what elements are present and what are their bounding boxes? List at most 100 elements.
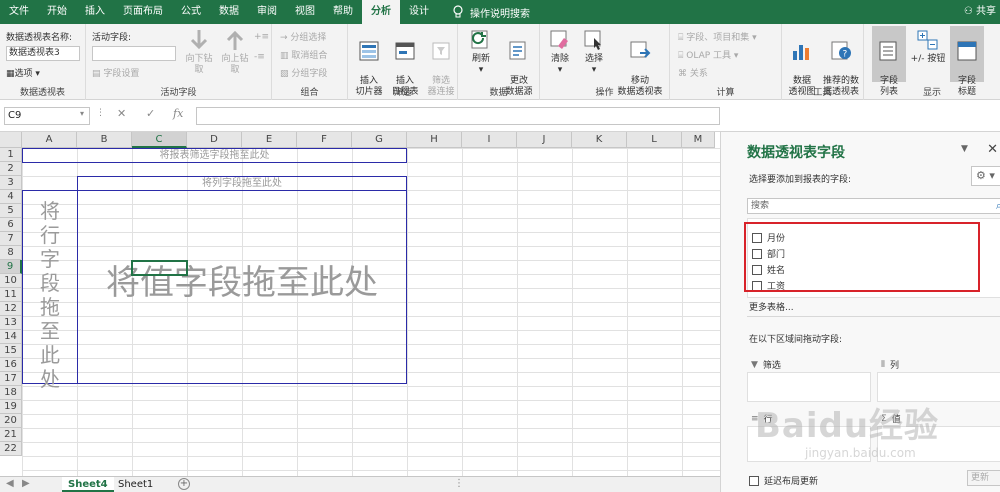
row-header-14[interactable]: 14 [0, 330, 22, 344]
tell-me-search[interactable]: 操作说明搜索 [452, 0, 530, 24]
refresh-button[interactable]: 刷新 ▾ [464, 28, 498, 76]
sheet-next-icon[interactable]: ▶ [22, 478, 30, 489]
formula-input[interactable] [196, 107, 720, 125]
column-header-b[interactable]: B [77, 132, 132, 148]
relationships-button[interactable]: ⌘ 关系 [678, 66, 708, 79]
row-header-6[interactable]: 6 [0, 218, 22, 232]
pivot-name-input[interactable]: 数据透视表3 [6, 46, 80, 61]
row-header-3[interactable]: 3 [0, 176, 22, 190]
name-box[interactable]: C9 [4, 107, 90, 125]
column-field-drop-zone[interactable]: 将列字段拖至此处 [77, 176, 407, 191]
ungroup-button[interactable]: ▥ 取消组合 [280, 48, 327, 61]
column-header-m[interactable]: M [682, 132, 715, 148]
group-active-field: 活动字段: ▤ 字段设置 向下钻取 向上钻取 +≡ -≡ 活动字段 [86, 24, 272, 100]
ungroup-icon: ▥ [280, 51, 292, 61]
row-header-5[interactable]: 5 [0, 204, 22, 218]
row-field-drop-zone[interactable]: 将行字段拖至此处 [22, 190, 78, 391]
field-search-input[interactable]: 搜索 ⌕ [747, 198, 1000, 214]
add-sheet-icon[interactable]: + [178, 478, 190, 490]
field-settings-button[interactable]: ▤ 字段设置 [92, 66, 139, 79]
column-header-j[interactable]: J [517, 132, 572, 148]
tab-formulas[interactable]: 公式 [172, 0, 210, 24]
row-header-17[interactable]: 17 [0, 372, 22, 386]
tools-gear-button[interactable]: ⚙ ▾ [971, 166, 1000, 186]
sheet-tab-sheet4[interactable]: Sheet4 [62, 477, 114, 492]
drill-up-button[interactable]: 向上钻取 [218, 28, 252, 76]
watermark-url: jingyan.baidu.com [805, 446, 916, 460]
column-header-f[interactable]: F [297, 132, 352, 148]
pivot-options-button[interactable]: ▦选项 ▾ [6, 66, 40, 79]
clear-button[interactable]: 清除 ▾ [544, 28, 576, 76]
tab-data[interactable]: 数据 [210, 0, 248, 24]
tab-home[interactable]: 开始 [38, 0, 76, 24]
group-data-label: 数据 [489, 88, 508, 98]
report-filter-drop-zone[interactable]: 将报表筛选字段拖至此处 [22, 148, 407, 163]
row-header-13[interactable]: 13 [0, 316, 22, 330]
column-header-l[interactable]: L [627, 132, 682, 148]
row-header-22[interactable]: 22 [0, 442, 22, 456]
column-header-a[interactable]: A [22, 132, 77, 148]
column-header-g[interactable]: G [352, 132, 407, 148]
group-selection-button[interactable]: → 分组选择 [280, 30, 326, 43]
row-header-21[interactable]: 21 [0, 428, 22, 442]
fields-items-sets-button[interactable]: ⌸ 字段、项目和集 ▾ [678, 30, 757, 43]
insert-function-icon[interactable]: fx [173, 107, 183, 120]
group-field-icon: ▧ [280, 69, 292, 79]
collapse-field-icon[interactable]: -≡ [254, 52, 265, 62]
drill-down-button[interactable]: 向下钻取 [182, 28, 216, 76]
cell-area[interactable]: 将报表筛选字段拖至此处 将列字段拖至此处 将行字段拖至此处 将值字段拖至此处 [22, 148, 720, 476]
tab-view[interactable]: 视图 [286, 0, 324, 24]
column-header-k[interactable]: K [572, 132, 627, 148]
column-header-h[interactable]: H [407, 132, 462, 148]
row-header-18[interactable]: 18 [0, 386, 22, 400]
row-header-7[interactable]: 7 [0, 232, 22, 246]
olap-tools-button[interactable]: ⌸ OLAP 工具 ▾ [678, 48, 738, 61]
sheet-prev-icon[interactable]: ◀ [6, 478, 14, 489]
select-button[interactable]: 选择 ▾ [578, 28, 610, 76]
column-header-d[interactable]: D [187, 132, 242, 148]
share-button[interactable]: ⚇ 共享 [964, 0, 996, 24]
row-header-11[interactable]: 11 [0, 288, 22, 302]
tab-design[interactable]: 设计 [400, 0, 438, 24]
selected-cell-c9[interactable] [131, 260, 188, 276]
pane-options-dropdown-icon[interactable]: ▼ [961, 144, 968, 154]
active-field-input[interactable] [92, 46, 176, 61]
row-header-19[interactable]: 19 [0, 400, 22, 414]
filter-funnel-icon: ▼ [751, 359, 758, 370]
options-icon: ▦ [6, 69, 15, 79]
column-header-i[interactable]: I [462, 132, 517, 148]
value-field-drop-zone[interactable]: 将值字段拖至此处 [77, 190, 407, 384]
cancel-icon[interactable]: ✕ [117, 107, 126, 120]
group-actions-label: 操作 [595, 88, 614, 98]
row-header-4[interactable]: 4 [0, 190, 22, 204]
row-header-20[interactable]: 20 [0, 414, 22, 428]
tab-page-layout[interactable]: 页面布局 [114, 0, 172, 24]
row-header-10[interactable]: 10 [0, 274, 22, 288]
row-header-16[interactable]: 16 [0, 358, 22, 372]
row-header-12[interactable]: 12 [0, 302, 22, 316]
tab-analyze[interactable]: 分析 [362, 0, 400, 24]
plus-minus-buttons-button[interactable]: +/- 按钮 [908, 28, 948, 65]
select-all-corner[interactable] [0, 132, 22, 148]
tab-file[interactable]: 文件 [0, 0, 38, 24]
row-header-1[interactable]: 1 [0, 148, 22, 162]
column-header-c[interactable]: C [132, 132, 187, 148]
close-pane-icon[interactable]: ✕ [987, 142, 998, 157]
group-filter: 插入 切片器 插入 日程表 筛选 器连接 筛选 [348, 24, 458, 100]
row-header-2[interactable]: 2 [0, 162, 22, 176]
row-header-15[interactable]: 15 [0, 344, 22, 358]
tab-review[interactable]: 审阅 [248, 0, 286, 24]
expand-field-icon[interactable]: +≡ [254, 32, 269, 42]
column-field-hint: 将列字段拖至此处 [202, 178, 282, 189]
enter-icon[interactable]: ✓ [146, 107, 155, 120]
group-field-button[interactable]: ▧ 分组字段 [280, 66, 327, 79]
row-header-8[interactable]: 8 [0, 246, 22, 260]
tab-help[interactable]: 帮助 [324, 0, 362, 24]
group-active-field-label: 活动字段 [160, 88, 197, 98]
row-header-9[interactable]: 9 [0, 260, 22, 274]
column-header-e[interactable]: E [242, 132, 297, 148]
sheet-tab-sheet1[interactable]: Sheet1 [112, 477, 159, 492]
more-tables-link[interactable]: 更多表格... [749, 300, 794, 313]
name-box-dropdown-icon[interactable]: ▾ [80, 109, 84, 118]
tab-insert[interactable]: 插入 [76, 0, 114, 24]
